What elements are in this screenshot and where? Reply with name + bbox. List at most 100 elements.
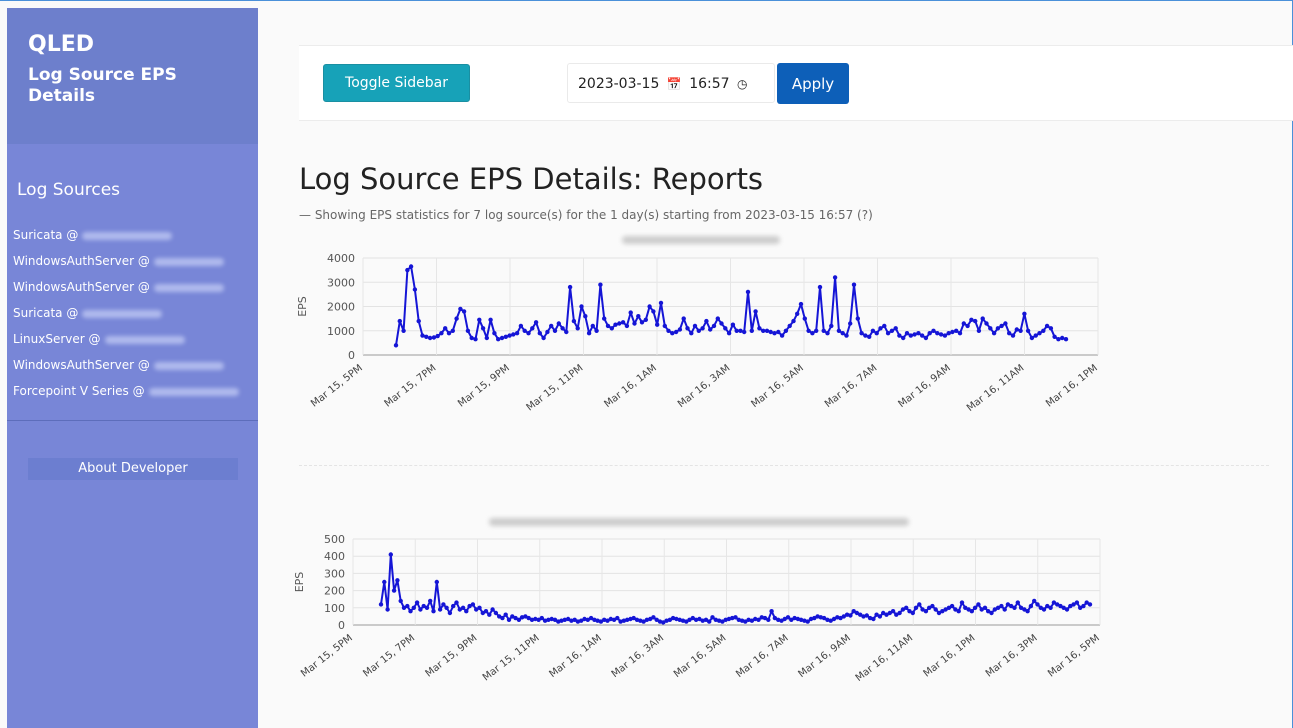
data-point <box>564 329 569 335</box>
data-point <box>460 605 466 610</box>
data-point <box>464 609 469 614</box>
data-point <box>397 318 402 324</box>
data-point <box>530 326 535 331</box>
data-point <box>734 328 739 333</box>
data-point <box>999 323 1004 329</box>
data-point <box>844 333 849 338</box>
data-point <box>628 310 633 315</box>
data-point <box>908 333 913 338</box>
data-point <box>991 331 997 336</box>
data-point <box>931 328 936 333</box>
data-point <box>428 598 433 604</box>
x-tick-label: Mar 15, 11PM <box>481 633 542 684</box>
data-point <box>405 603 410 609</box>
data-point <box>1033 333 1038 338</box>
data-point <box>681 316 686 321</box>
data-point <box>969 317 974 322</box>
data-point <box>522 328 527 333</box>
data-point <box>1087 602 1093 607</box>
data-point <box>458 306 463 312</box>
data-point <box>609 326 614 331</box>
data-point <box>910 610 915 616</box>
data-point <box>473 337 478 342</box>
data-point <box>487 612 492 617</box>
data-point <box>715 316 720 321</box>
data-point <box>1018 328 1023 333</box>
data-point <box>1022 311 1027 316</box>
y-tick-label: 4000 <box>327 252 355 265</box>
data-point <box>901 335 906 341</box>
data-point <box>500 615 505 621</box>
data-point <box>378 602 384 607</box>
data-point <box>890 609 896 614</box>
data-point <box>885 331 891 336</box>
x-tick-label: Mar 16, 1PM <box>922 633 978 680</box>
data-point <box>639 320 645 325</box>
data-point <box>1015 600 1020 605</box>
data-point <box>461 309 467 314</box>
data-point <box>766 617 771 622</box>
data-point <box>408 264 414 269</box>
data-point <box>401 328 406 333</box>
data-point <box>395 578 400 583</box>
data-point <box>954 328 959 333</box>
data-point <box>493 610 499 616</box>
data-point <box>434 579 439 585</box>
data-point <box>583 314 588 319</box>
data-point <box>454 316 459 321</box>
data-point <box>624 323 630 329</box>
data-point <box>465 328 471 333</box>
data-point <box>913 605 919 610</box>
data-point <box>935 331 940 336</box>
data-point <box>1012 605 1017 610</box>
data-point <box>673 329 679 335</box>
x-tick-label: Mar 15, 9PM <box>456 363 512 410</box>
data-point <box>427 335 433 341</box>
data-point <box>942 333 948 338</box>
data-point <box>643 317 648 322</box>
y-tick-label: 0 <box>348 349 355 362</box>
data-point <box>480 326 486 331</box>
data-point <box>768 329 773 335</box>
x-tick-label: Mar 15, 5PM <box>309 363 365 410</box>
data-point <box>685 326 690 331</box>
data-point <box>470 602 476 607</box>
data-point <box>984 321 989 326</box>
data-point <box>1048 326 1054 331</box>
data-point <box>897 333 902 338</box>
y-tick-label: 3000 <box>327 276 355 289</box>
data-point <box>863 333 868 338</box>
data-point <box>700 326 705 331</box>
y-tick-label: 0 <box>338 619 345 632</box>
data-point <box>385 607 390 612</box>
data-point <box>1029 335 1035 341</box>
data-point <box>393 343 399 348</box>
data-point <box>446 331 452 336</box>
data-point <box>1041 328 1046 333</box>
data-point <box>933 607 938 612</box>
data-point <box>416 318 421 324</box>
y-tick-label: 200 <box>324 585 345 598</box>
x-tick-label: Mar 16, 5PM <box>1046 633 1102 680</box>
x-tick-label: Mar 16, 5AM <box>749 363 805 410</box>
data-point <box>1037 331 1042 336</box>
y-tick-label: 100 <box>324 602 345 615</box>
data-point <box>719 321 724 326</box>
data-point <box>586 331 592 336</box>
data-point <box>1064 607 1070 612</box>
data-point <box>1010 333 1016 338</box>
x-tick-label: Mar 15, 11PM <box>525 363 586 414</box>
data-point <box>956 609 961 614</box>
data-point <box>1063 337 1069 342</box>
data-point <box>969 609 974 614</box>
data-point <box>870 328 876 333</box>
data-point <box>776 329 781 335</box>
data-point <box>594 328 599 333</box>
data-point <box>950 329 955 335</box>
data-point <box>677 327 683 332</box>
data-point <box>1052 334 1057 339</box>
data-point <box>1028 603 1034 609</box>
data-point <box>567 284 573 290</box>
data-point <box>821 328 826 333</box>
data-point <box>893 326 898 331</box>
